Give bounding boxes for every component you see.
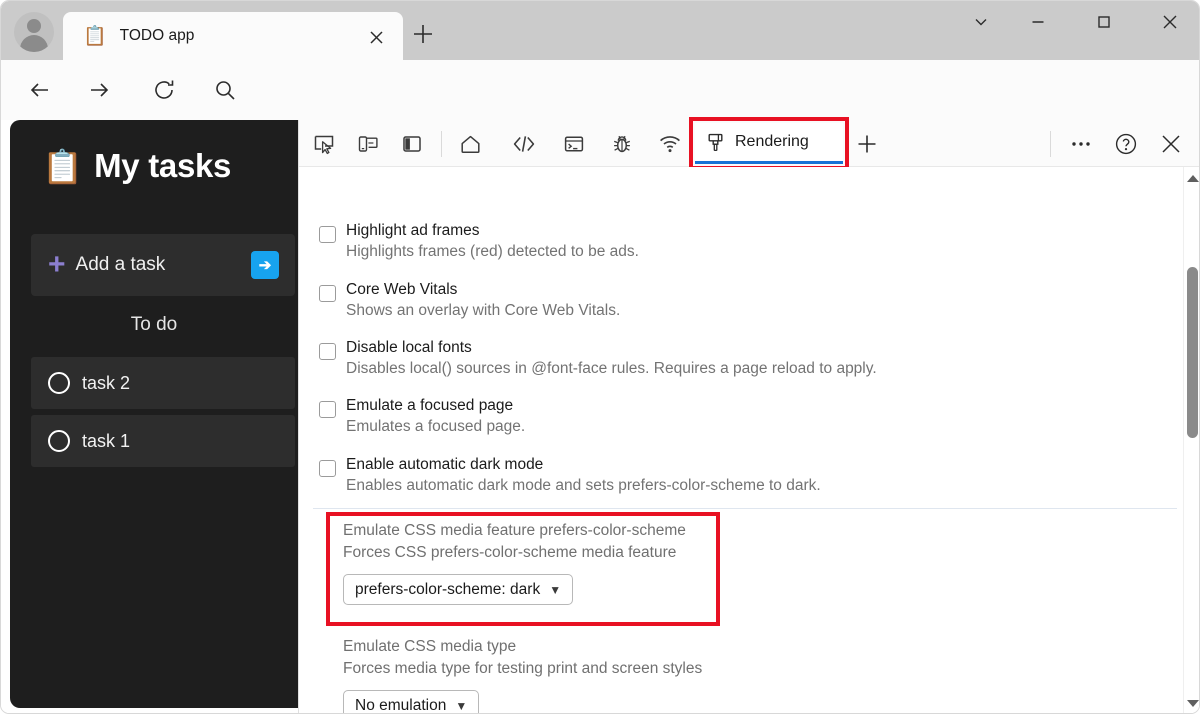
elements-icon[interactable] (508, 128, 540, 160)
close-icon[interactable] (363, 24, 389, 50)
todo-app: 📋 My tasks + Add a task ➔ To do task 2 t… (10, 120, 298, 708)
task-label: task 2 (82, 372, 131, 393)
setting-description: Highlights frames (red) detected to be a… (346, 243, 639, 260)
setting-automatic-dark-mode[interactable]: Enable automatic dark mode Enables autom… (299, 454, 1159, 497)
task-label: task 1 (82, 430, 131, 451)
setting-emulate-prefers-color-scheme[interactable]: Emulate CSS media feature prefers-color-… (343, 520, 686, 605)
setting-core-web-vitals[interactable]: Core Web Vitals Shows an overlay with Co… (299, 279, 1159, 322)
todo-section-heading: To do (130, 314, 178, 335)
forward-icon[interactable] (81, 72, 117, 108)
setting-description: Forces CSS prefers-color-scheme media fe… (343, 544, 677, 561)
debugger-bug-icon[interactable] (606, 128, 638, 160)
chevron-down-icon: ▼ (549, 582, 562, 597)
task-complete-toggle[interactable] (48, 430, 70, 452)
new-tab-button[interactable] (406, 17, 440, 51)
setting-description: Disables local() sources in @font-face r… (346, 360, 877, 377)
submit-task-button[interactable]: ➔ (251, 251, 279, 279)
scroll-down-arrow-icon[interactable] (1184, 696, 1199, 710)
browser-tab-todo-app[interactable]: 📋 TODO app (63, 12, 403, 60)
setting-texts: Disable local fonts Disables local() sou… (346, 337, 877, 380)
setting-highlight-ad-frames[interactable]: Highlight ad frames Highlights frames (r… (299, 220, 1159, 263)
add-devtools-tab-button[interactable] (851, 128, 883, 160)
setting-title: Emulate CSS media feature prefers-color-… (343, 522, 686, 539)
select-value: No emulation (355, 696, 447, 714)
setting-texts: Core Web Vitals Shows an overlay with Co… (346, 279, 620, 322)
clipboard-icon: 📋 (42, 147, 84, 185)
back-icon[interactable] (22, 72, 58, 108)
task-complete-toggle[interactable] (48, 372, 70, 394)
network-wifi-icon[interactable] (654, 128, 686, 160)
setting-emulate-css-media-type[interactable]: Emulate CSS media type Forces media type… (343, 636, 703, 714)
devtools-panel: Rendering Highlight ad frames Highlights… (298, 117, 1199, 714)
tab-favicon-icon: 📋 (83, 25, 107, 47)
inspect-element-icon[interactable] (308, 128, 340, 160)
avatar-head (27, 19, 41, 33)
toolbar-divider-2 (1050, 131, 1051, 157)
page-viewport: 📋 My tasks + Add a task ➔ To do task 2 t… (1, 120, 298, 713)
setting-title: Disable local fonts (346, 339, 472, 356)
prefers-color-scheme-select[interactable]: prefers-color-scheme: dark ▼ (343, 574, 574, 605)
devtools-toolbar: Rendering (299, 117, 1199, 170)
chevron-down-icon[interactable] (958, 1, 1004, 43)
checkbox[interactable] (319, 343, 336, 360)
rendering-settings-list: Highlight ad frames Highlights frames (r… (299, 167, 1199, 714)
tab-title: TODO app (119, 27, 195, 44)
avatar-body (20, 35, 48, 52)
help-icon[interactable] (1110, 128, 1142, 160)
dock-side-icon[interactable] (396, 128, 428, 160)
devtools-more-options-icon[interactable] (1065, 128, 1097, 160)
setting-description: Enables automatic dark mode and sets pre… (346, 477, 821, 494)
setting-description: Shows an overlay with Core Web Vitals. (346, 302, 621, 319)
setting-emulate-focused-page[interactable]: Emulate a focused page Emulates a focuse… (299, 395, 1159, 438)
device-emulation-icon[interactable] (352, 128, 384, 160)
browser-window: 📋 TODO app 📋 My tasks + Add a task ➔ To … (0, 0, 1200, 714)
window-minimize-button[interactable] (1015, 1, 1061, 43)
console-icon[interactable] (558, 128, 590, 160)
toolbar-divider (441, 131, 442, 157)
window-close-button[interactable] (1147, 1, 1193, 43)
tab-rendering[interactable]: Rendering (695, 123, 843, 164)
scroll-up-arrow-icon[interactable] (1184, 171, 1199, 185)
search-icon[interactable] (207, 72, 243, 108)
setting-disable-local-fonts[interactable]: Disable local fonts Disables local() sou… (299, 337, 1159, 380)
setting-texts: Emulate a focused page Emulates a focuse… (346, 395, 525, 438)
add-task-input[interactable]: Add a task (76, 254, 166, 276)
section-divider (313, 508, 1177, 509)
setting-description: Forces media type for testing print and … (343, 660, 703, 677)
setting-texts: Highlight ad frames Highlights frames (r… (346, 220, 639, 263)
home-icon[interactable] (454, 128, 486, 160)
setting-title: Emulate a focused page (346, 397, 514, 414)
chevron-down-icon: ▼ (455, 698, 468, 713)
devtools-close-icon[interactable] (1155, 128, 1187, 160)
setting-texts: Enable automatic dark mode Enables autom… (346, 454, 821, 497)
setting-title: Emulate CSS media type (343, 638, 517, 655)
window-maximize-button[interactable] (1081, 1, 1127, 43)
page-title: My tasks (94, 147, 232, 184)
add-task-input-row[interactable]: + Add a task ➔ (31, 234, 295, 296)
setting-title: Core Web Vitals (346, 281, 458, 298)
plus-icon: + (48, 248, 66, 281)
list-item[interactable]: task 2 (31, 357, 295, 409)
checkbox[interactable] (319, 460, 336, 477)
reload-icon[interactable] (146, 72, 182, 108)
media-type-select[interactable]: No emulation ▼ (343, 690, 480, 714)
paintbrush-icon (705, 132, 726, 153)
navigation-toolbar: localhost:8080/demo-to-do/ (1, 60, 1199, 173)
todo-app-header: 📋 My tasks (10, 120, 298, 185)
devtools-scrollbar[interactable] (1183, 167, 1199, 713)
checkbox[interactable] (319, 401, 336, 418)
select-value: prefers-color-scheme: dark (355, 580, 541, 598)
setting-title: Enable automatic dark mode (346, 456, 544, 473)
profile-avatar[interactable] (14, 12, 54, 52)
setting-title: Highlight ad frames (346, 222, 480, 239)
tab-strip: 📋 TODO app (1, 1, 1199, 60)
checkbox[interactable] (319, 285, 336, 302)
checkbox[interactable] (319, 226, 336, 243)
scrollbar-thumb[interactable] (1187, 267, 1198, 438)
list-item[interactable]: task 1 (31, 415, 295, 467)
setting-description: Emulates a focused page. (346, 418, 526, 435)
tab-rendering-label: Rendering (735, 133, 809, 150)
